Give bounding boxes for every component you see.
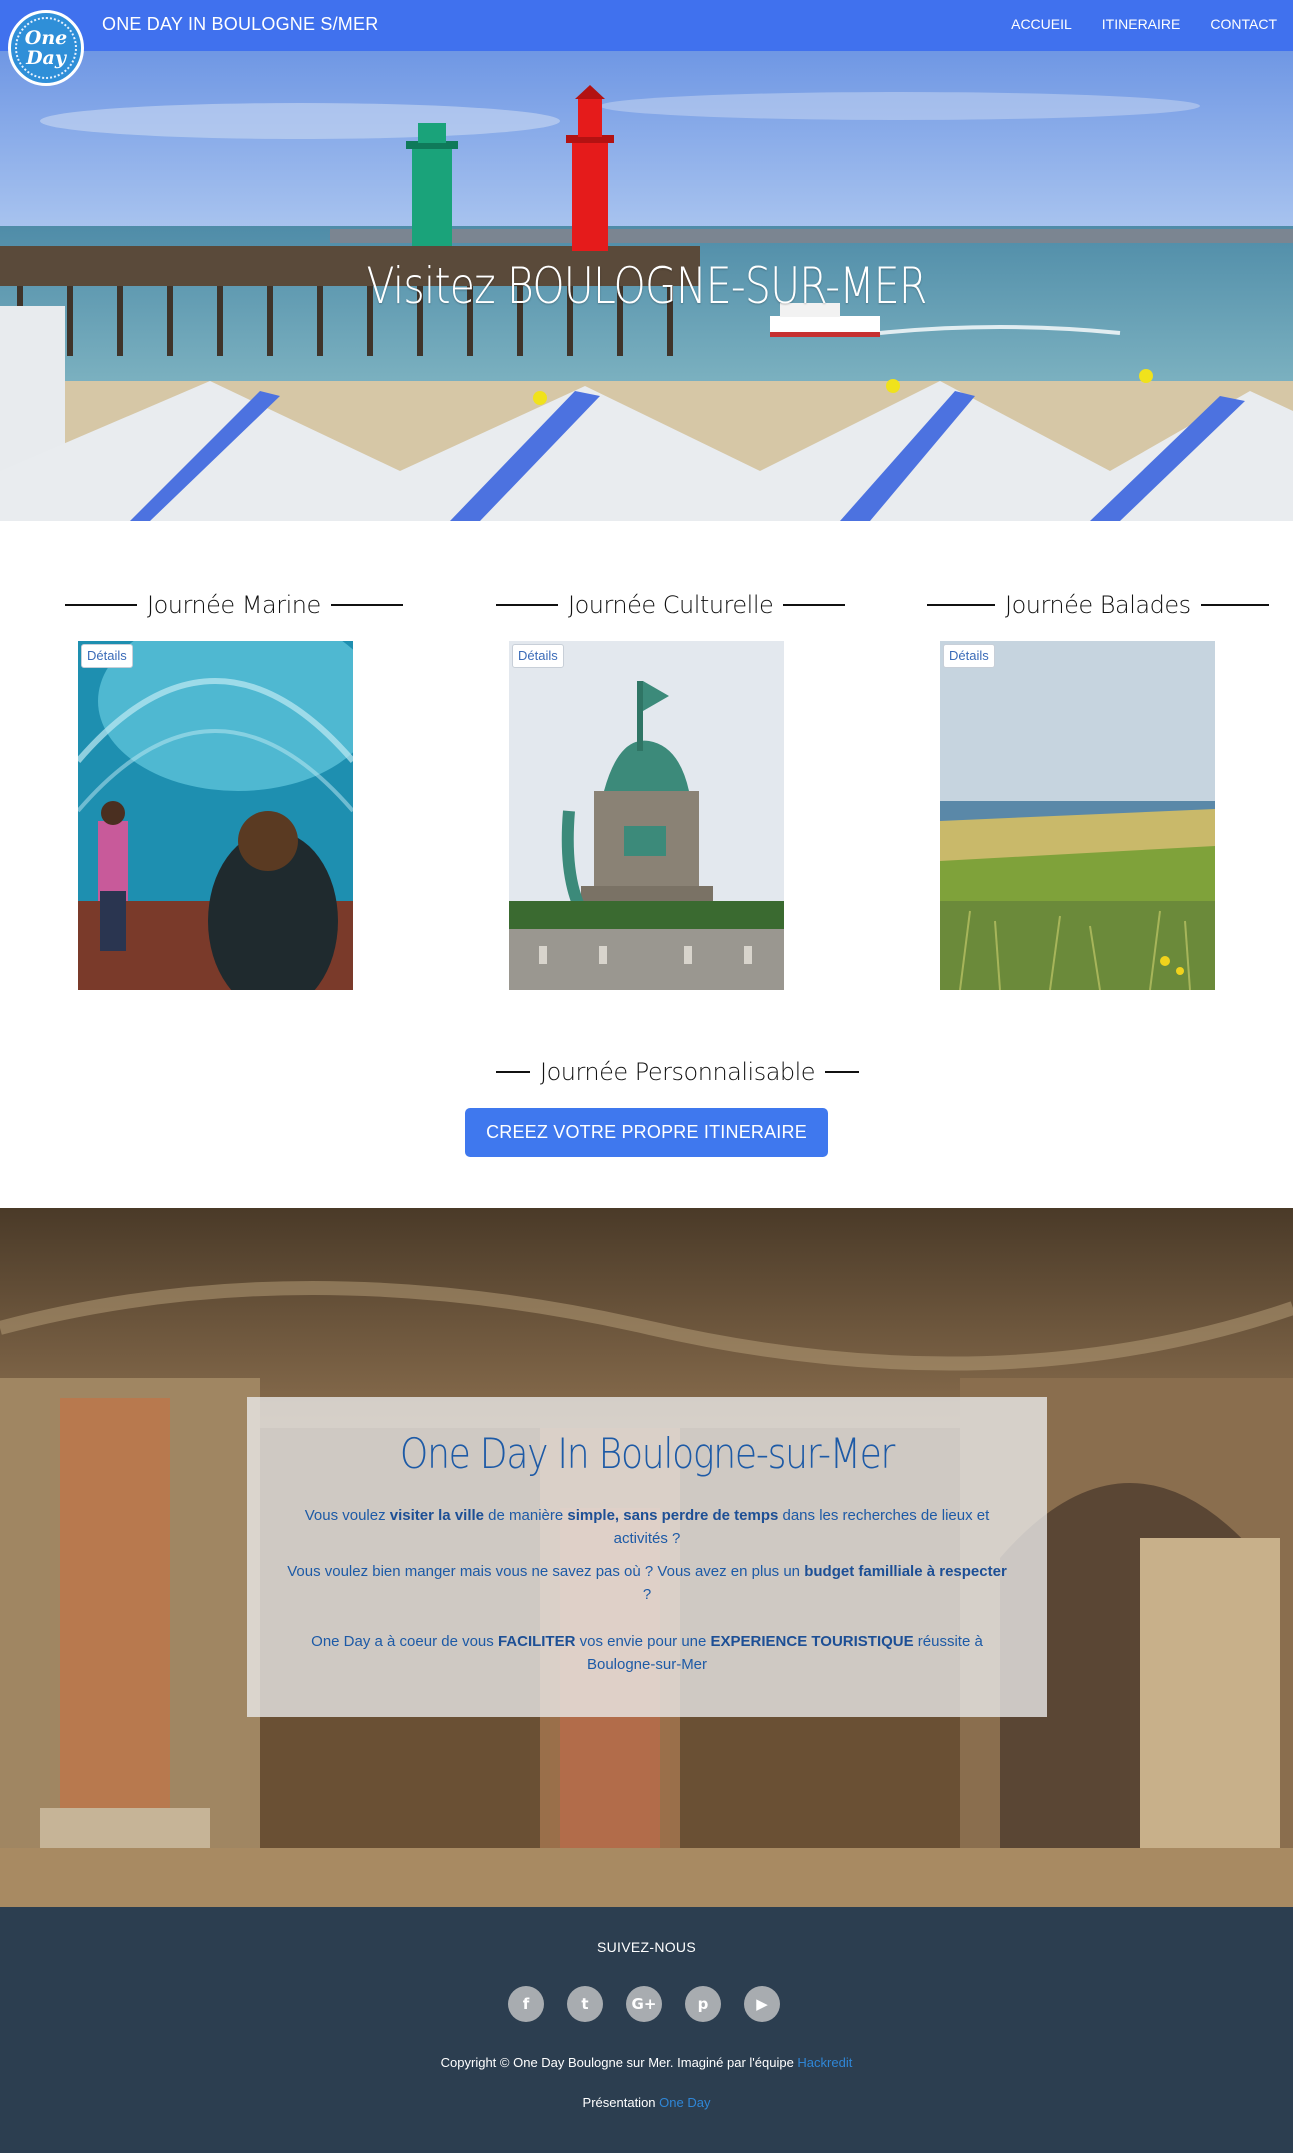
card-journee-balades[interactable]: Détails [940, 641, 1215, 990]
heading-rule [783, 604, 846, 606]
card-journee-marine[interactable]: Détails [78, 641, 353, 990]
heading-text: Journée Personnalisable [540, 1058, 816, 1086]
navbar: ONE DAY IN BOULOGNE S/MER ACCUEIL ITINER… [0, 0, 1293, 51]
presentation-text: Présentation [582, 2095, 660, 2110]
heading-rule [65, 604, 137, 606]
about-paragraph-3: One Day a à coeur de vous FACILITER vos … [311, 1633, 983, 1673]
heading-rule [825, 1071, 860, 1073]
heading-rule [1200, 604, 1269, 606]
social-links: f t G+ p ▶ [508, 1986, 780, 2022]
nav-links: ACCUEIL ITINERAIRE CONTACT [1011, 16, 1277, 32]
footer: SUIVEZ-NOUS f t G+ p ▶ Copyright © One D… [0, 1907, 1293, 2153]
statue-image [509, 641, 784, 990]
logo-text-top: One [24, 27, 68, 49]
youtube-icon[interactable]: ▶ [744, 1986, 780, 2022]
presentation: Présentation One Day [0, 2095, 1293, 2110]
heading-text: Journée Culturelle [568, 591, 774, 619]
landscape-image [940, 641, 1215, 990]
brand-title[interactable]: ONE DAY IN BOULOGNE S/MER [102, 14, 378, 35]
twitter-icon[interactable]: t [567, 1986, 603, 2022]
heading-rule [496, 604, 558, 606]
nav-link-itineraire[interactable]: ITINERAIRE [1102, 16, 1181, 32]
logo[interactable]: One Day [8, 10, 84, 86]
details-button-balades[interactable]: Détails [943, 644, 995, 668]
create-itinerary-button[interactable]: CREEZ VOTRE PROPRE ITINERAIRE [465, 1108, 828, 1157]
copyright: Copyright © One Day Boulogne sur Mer. Im… [0, 2055, 1293, 2070]
heading-journee-marine: Journée Marine [65, 591, 403, 619]
one-day-link[interactable]: One Day [659, 2095, 710, 2110]
heading-journee-personnalisable: Journée Personnalisable [496, 1058, 860, 1086]
heading-text: Journée Marine [147, 591, 321, 619]
about-paragraph-1: Vous voulez visiter la ville de manière … [304, 1507, 990, 1547]
pinterest-icon[interactable]: p [685, 1986, 721, 2022]
heading-rule [496, 1071, 530, 1073]
google-plus-icon[interactable]: G+ [626, 1986, 662, 2022]
copyright-text: Copyright © One Day Boulogne sur Mer. Im… [440, 2055, 798, 2070]
heading-rule [330, 604, 403, 606]
about-title: One Day In Boulogne-sur-Mer [399, 1429, 895, 1478]
details-button-marine[interactable]: Détails [81, 644, 133, 668]
hackredit-link[interactable]: Hackredit [797, 2055, 852, 2070]
logo-text-bottom: Day [26, 47, 66, 69]
about-box: One Day In Boulogne-sur-Mer Vous voulez … [247, 1397, 1047, 1717]
heading-journee-balades: Journée Balades [927, 591, 1269, 619]
card-journee-culturelle[interactable]: Détails [509, 641, 784, 990]
details-button-culturelle[interactable]: Détails [512, 644, 564, 668]
aquarium-image [78, 641, 353, 990]
logo-inner: One Day [15, 17, 77, 79]
about-section: One Day In Boulogne-sur-Mer Vous voulez … [0, 1208, 1293, 1907]
nav-link-accueil[interactable]: ACCUEIL [1011, 16, 1072, 32]
heading-rule [927, 604, 995, 606]
about-paragraph-2: Vous voulez bien manger mais vous ne sav… [287, 1563, 1007, 1603]
heading-journee-culturelle: Journée Culturelle [496, 591, 846, 619]
heading-text: Journée Balades [1005, 591, 1191, 619]
facebook-icon[interactable]: f [508, 1986, 544, 2022]
hero-title: Visitez BOULOGNE-SUR-MER [366, 257, 927, 315]
nav-link-contact[interactable]: CONTACT [1210, 16, 1277, 32]
hero-banner: Visitez BOULOGNE-SUR-MER [0, 51, 1293, 521]
follow-us-label: SUIVEZ-NOUS [597, 1939, 696, 1955]
